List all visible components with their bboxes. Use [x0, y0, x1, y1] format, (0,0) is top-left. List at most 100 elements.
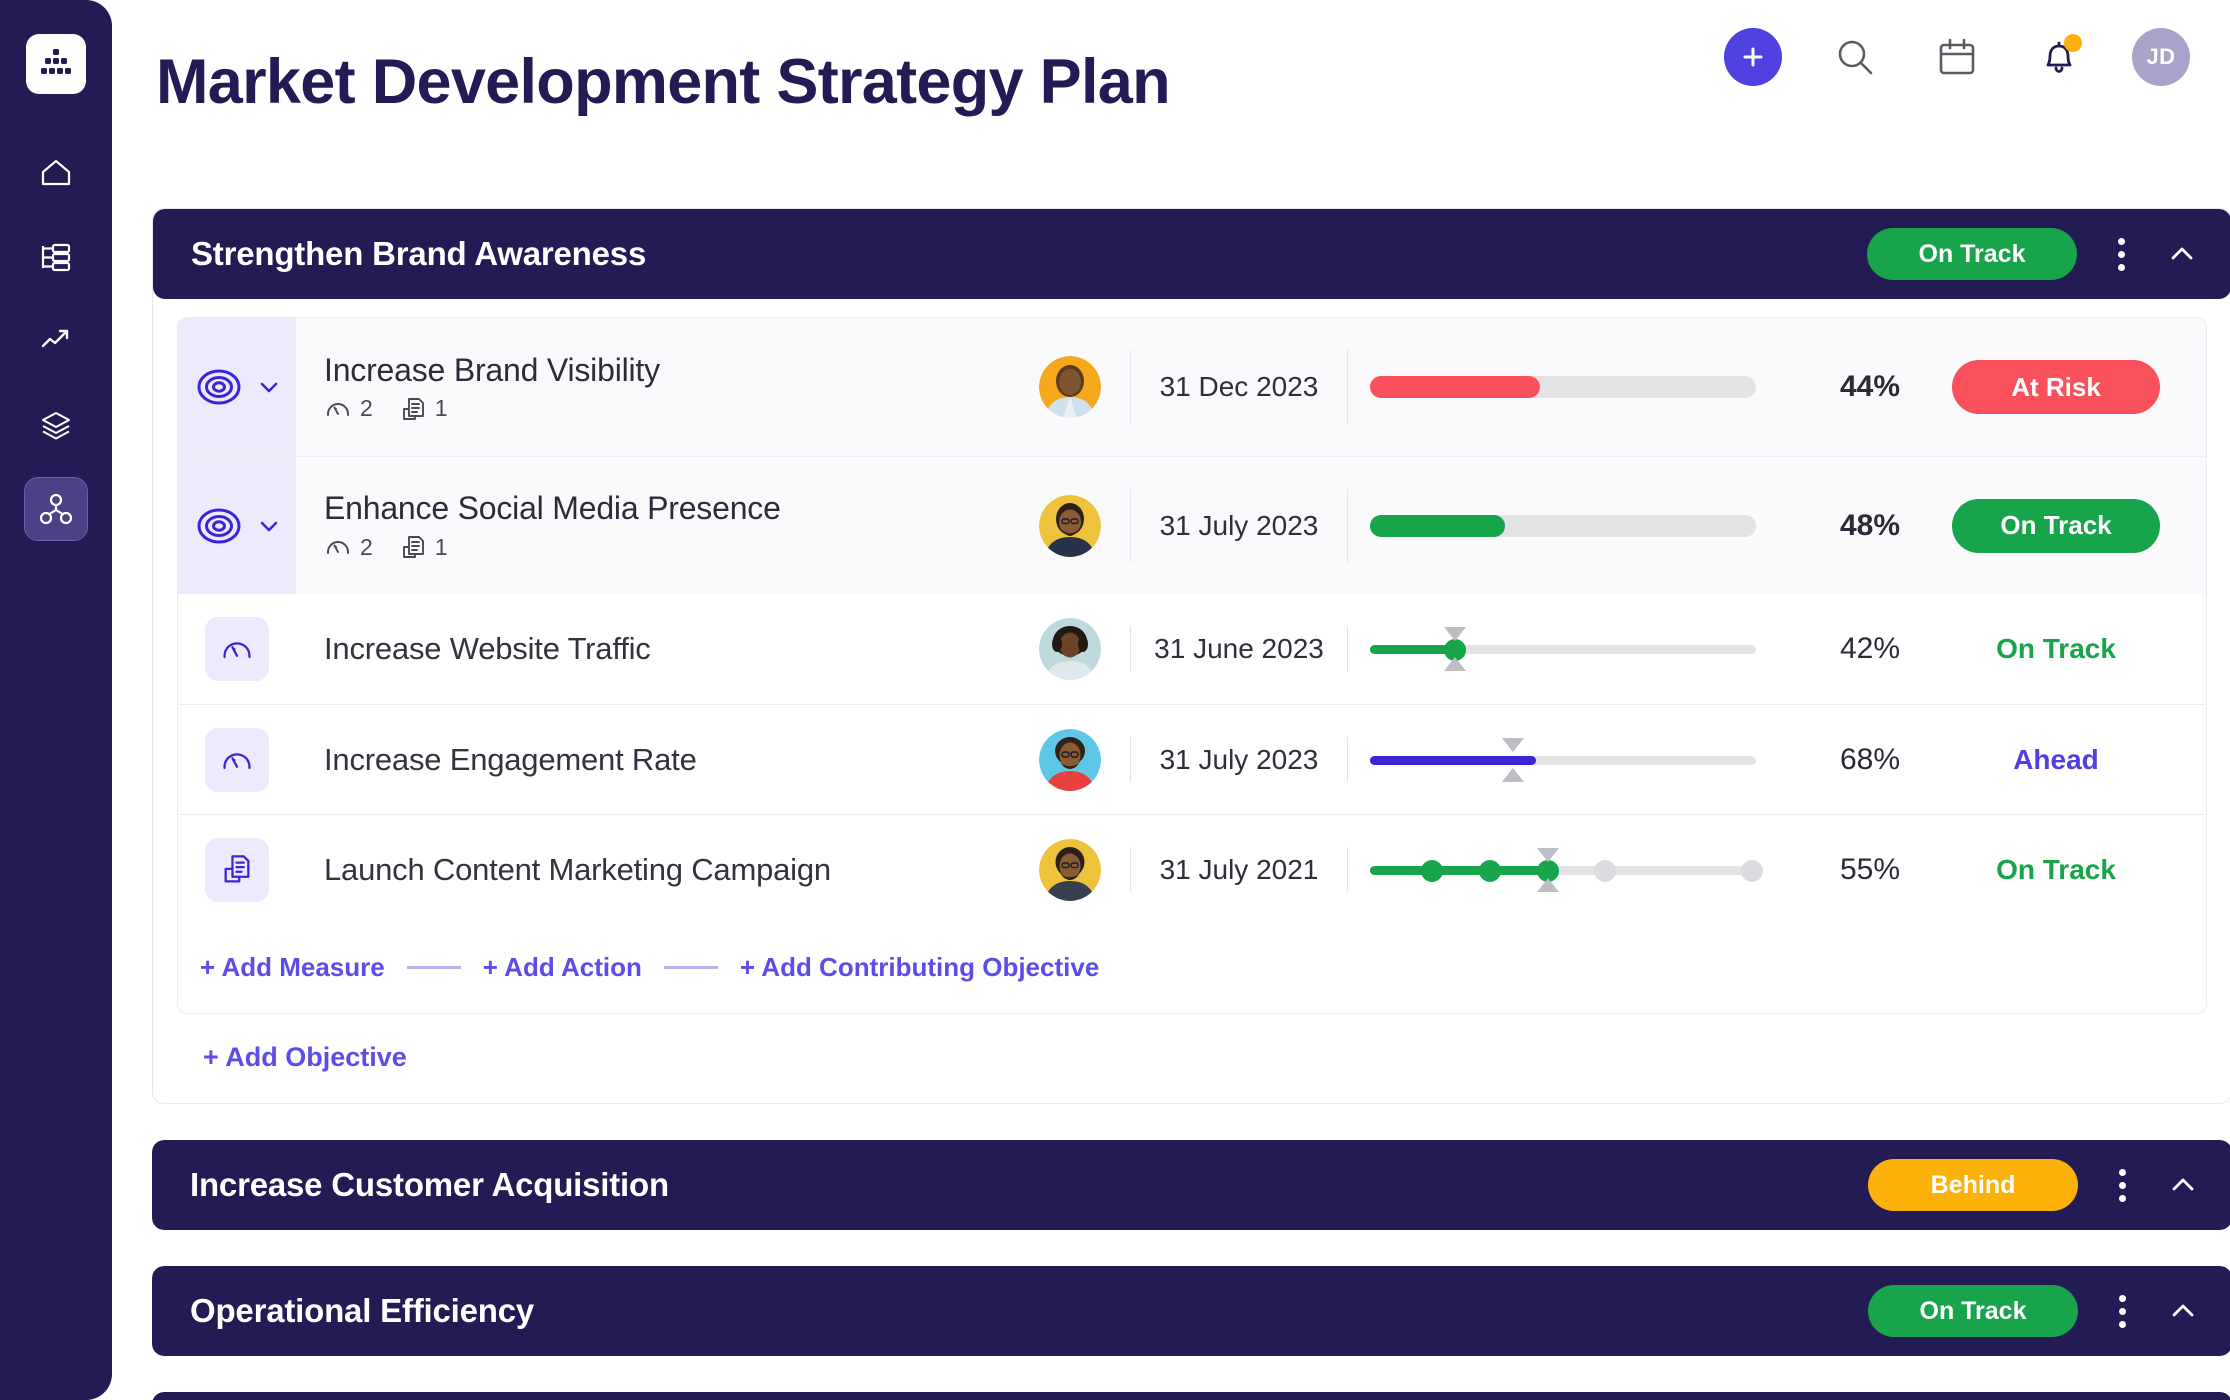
sidebar: [0, 0, 112, 1400]
milestone-dot-4[interactable]: [1594, 859, 1617, 882]
target-marker-down-icon: [1443, 657, 1466, 671]
objective-group: Strengthen Brand Awareness On Track Incr…: [152, 208, 2230, 1104]
more-options-icon[interactable]: [2096, 1285, 2148, 1337]
owner-avatar-cell[interactable]: [1010, 815, 1130, 924]
add-measure-link[interactable]: + Add Measure: [200, 952, 385, 983]
action-count[interactable]: 1: [399, 533, 448, 561]
measure-icon-tile[interactable]: [205, 617, 269, 681]
plus-icon: [1743, 47, 1763, 67]
calendar-button[interactable]: [1928, 28, 1986, 86]
progress-cell[interactable]: [1348, 594, 1778, 704]
table-row[interactable]: Increase Website Traffic 31 June 2023 42…: [178, 594, 2206, 704]
due-date: 31 July 2023: [1159, 509, 1319, 541]
owner-avatar-cell[interactable]: [1010, 594, 1130, 704]
measure-count[interactable]: 2: [324, 395, 373, 423]
status-label[interactable]: On Track: [1996, 854, 2116, 886]
table-row[interactable]: Increase Engagement Rate 31 July 2023 68…: [178, 704, 2206, 814]
more-options-icon[interactable]: [2096, 1159, 2148, 1211]
progress-bar-fill: [1370, 376, 1540, 398]
status-cell: Ahead: [1906, 705, 2206, 814]
milestone-dot-5[interactable]: [1741, 859, 1764, 882]
objective-group: At Risk: [152, 1392, 2230, 1400]
action-icon-cell: [178, 815, 296, 924]
chevron-up-icon[interactable]: [2156, 1158, 2210, 1212]
row-title: Launch Content Marketing Campaign: [324, 851, 831, 887]
status-label[interactable]: Ahead: [2013, 744, 2099, 776]
search-icon: [1838, 40, 1873, 75]
add-contributing-objective-link[interactable]: + Add Contributing Objective: [740, 952, 1099, 983]
progress-cell[interactable]: [1348, 815, 1778, 924]
status-badge[interactable]: Behind: [1868, 1159, 2078, 1211]
table-row[interactable]: Enhance Social Media Presence 2 1 31 Jul…: [178, 456, 2206, 594]
sidebar-item-strategy-map[interactable]: [24, 477, 88, 541]
measure-icon-tile[interactable]: [205, 727, 269, 792]
objective-expand-toggle[interactable]: [178, 457, 296, 594]
row-content: Enhance Social Media Presence 2 1: [296, 457, 1010, 594]
chevron-up-icon[interactable]: [2155, 227, 2209, 281]
notifications-button[interactable]: [2030, 28, 2088, 86]
org-chart-logo-icon[interactable]: [26, 34, 86, 94]
objective-expand-toggle[interactable]: [178, 318, 296, 456]
milestone-dot-1[interactable]: [1420, 859, 1443, 882]
avatar: [1039, 618, 1101, 680]
status-badge[interactable]: On Track: [1867, 228, 2077, 280]
status-badge[interactable]: On Track: [1868, 1285, 2078, 1337]
search-button[interactable]: [1826, 28, 1884, 86]
user-avatar[interactable]: JD: [2132, 28, 2190, 86]
table-row[interactable]: Increase Brand Visibility 2 1 31 Dec 202…: [178, 318, 2206, 456]
status-label[interactable]: On Track: [1996, 633, 2116, 665]
action-doc-icon: [402, 397, 424, 420]
action-icon-tile[interactable]: [205, 837, 269, 902]
target-icon: [197, 369, 241, 405]
owner-avatar-cell[interactable]: [1010, 318, 1130, 456]
objective-group-header[interactable]: Strengthen Brand Awareness On Track: [153, 209, 2230, 299]
progress-slider[interactable]: [1370, 737, 1756, 782]
progress-value: 55%: [1839, 852, 1900, 886]
row-content: Increase Brand Visibility 2 1: [296, 318, 1010, 456]
link-divider: [663, 966, 718, 969]
progress-cell[interactable]: [1348, 705, 1778, 814]
progress-bar: [1370, 376, 1756, 398]
add-button[interactable]: [1724, 28, 1782, 86]
milestone-dot-2[interactable]: [1478, 859, 1501, 882]
owner-avatar-cell[interactable]: [1010, 457, 1130, 594]
add-links-row: + Add Measure + Add Action + Add Contrib…: [178, 924, 2206, 1013]
objective-group-title: Strengthen Brand Awareness: [191, 235, 647, 272]
more-options-icon[interactable]: [2095, 228, 2147, 280]
row-title: Increase Brand Visibility: [324, 351, 660, 388]
target-marker-down-icon: [1501, 767, 1524, 782]
measure-count[interactable]: 2: [324, 533, 373, 561]
progress-value: 44%: [1839, 370, 1900, 403]
add-action-link[interactable]: + Add Action: [483, 952, 642, 983]
avatar: [1039, 494, 1101, 557]
sidebar-item-layers[interactable]: [25, 394, 87, 456]
add-objective-link[interactable]: + Add Objective: [203, 1042, 407, 1072]
table-row[interactable]: Launch Content Marketing Campaign 31 Jul…: [178, 814, 2206, 924]
gauge-icon: [327, 402, 349, 416]
measure-icon-cell: [178, 705, 296, 814]
objective-group-header[interactable]: Operational Efficiency On Track: [152, 1266, 2230, 1356]
sidebar-nav: [24, 142, 88, 541]
progress-slider[interactable]: [1370, 627, 1756, 671]
sidebar-item-performance[interactable]: [25, 310, 87, 372]
link-divider: [406, 966, 461, 969]
action-count[interactable]: 1: [399, 395, 448, 423]
objective-group-header[interactable]: At Risk: [152, 1392, 2230, 1400]
slider-fill: [1370, 865, 1548, 875]
chevron-up-icon[interactable]: [2156, 1284, 2210, 1338]
row-meta: 2 1: [324, 395, 1010, 423]
progress-cell[interactable]: [1348, 318, 1778, 456]
sidebar-item-scorecard[interactable]: [25, 226, 87, 288]
milestone-slider[interactable]: [1370, 847, 1764, 892]
progress-cell[interactable]: [1348, 457, 1778, 594]
status-badge[interactable]: On Track: [1952, 498, 2160, 553]
status-cell: On Track: [1906, 594, 2206, 704]
status-badge[interactable]: At Risk: [1952, 360, 2160, 414]
row-content: Launch Content Marketing Campaign: [296, 815, 1010, 924]
chevron-down-icon: [260, 521, 278, 531]
target-marker-up-icon: [1443, 627, 1466, 641]
due-date: 31 Dec 2023: [1159, 371, 1319, 402]
sidebar-item-home[interactable]: [25, 142, 87, 204]
owner-avatar-cell[interactable]: [1010, 705, 1130, 814]
objective-group-header[interactable]: Increase Customer Acquisition Behind: [152, 1140, 2230, 1230]
